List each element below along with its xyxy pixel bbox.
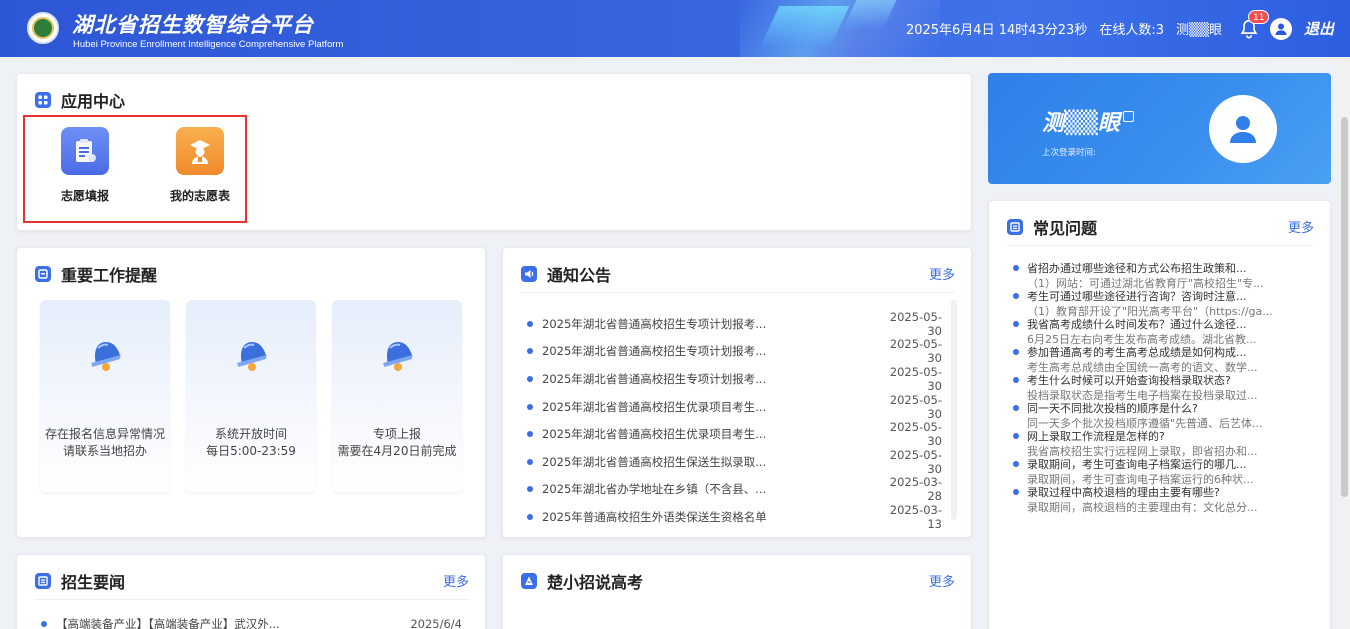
page-scrollbar[interactable] bbox=[1338, 57, 1350, 629]
divider bbox=[521, 292, 955, 293]
notice-item[interactable]: 2025年湖北省普通高校招生优录项目考生... 2025-05-30 bbox=[527, 393, 942, 421]
reminder-item[interactable]: 系统开放时间 每日5:00-23:59 bbox=[186, 300, 316, 492]
reminder-item[interactable]: 存在报名信息异常情况 请联系当地招办 bbox=[40, 300, 170, 492]
reminder-line2: 需要在4月20日前完成 bbox=[337, 444, 457, 458]
person-icon bbox=[521, 573, 537, 589]
current-datetime: 2025年6月4日 14时43分23秒 bbox=[905, 23, 1088, 38]
platform-title: 湖北省招生数智综合平台 bbox=[72, 13, 314, 37]
reminder-line1: 系统开放时间 bbox=[214, 427, 287, 441]
profile-name: 测▒▒眼 bbox=[1042, 111, 1120, 136]
faq-item[interactable]: 录取期间，考生可查询电子档案运行的哪几... 录取期间，考生可查询电子档案运行的6… bbox=[1013, 457, 1283, 485]
apps-highlight-box: 志愿填报 我的志愿表 bbox=[23, 115, 247, 223]
bell-icon bbox=[383, 341, 413, 371]
reminders-title: 重要工作提醒 bbox=[35, 262, 157, 286]
logout-button[interactable]: 退出 bbox=[1304, 18, 1334, 39]
faq-item[interactable]: 我省高考成绩什么时间发布？通过什么途径... 6月25日左右向考生发布高考成绩。湖… bbox=[1013, 317, 1283, 345]
notices-more-link[interactable]: 更多 bbox=[929, 264, 955, 283]
app-my-volunteer-table[interactable]: 我的志愿表 bbox=[152, 127, 248, 204]
profile-avatar-icon[interactable] bbox=[1209, 95, 1277, 163]
header-username[interactable]: 测▒▒眼 bbox=[1176, 19, 1222, 38]
last-login-label: 上次登录时间: bbox=[1042, 148, 1096, 158]
notices-card: 通知公告 更多 2025年湖北省普通高校招生专项计划报考... 2025-05-3… bbox=[502, 247, 972, 538]
reminder-line1: 存在报名信息异常情况 bbox=[44, 427, 165, 441]
notice-scrollbar[interactable] bbox=[951, 300, 957, 520]
app-volunteer-fill[interactable]: 志愿填报 bbox=[37, 127, 133, 204]
faq-item[interactable]: 省招办通过哪些途径和方式公布招生政策和... （1）网站：可通过湖北省教育厅"高校… bbox=[1013, 261, 1283, 289]
notice-item[interactable]: 2025年湖北省办学地址在乡镇（不含县、... 2025-03-28 bbox=[527, 475, 942, 503]
faq-item[interactable]: 考生什么时候可以开始查询投档录取状态? 投档录取状态是指考生电子档案在投档录取过.… bbox=[1013, 373, 1283, 401]
faq-item[interactable]: 参加普通高考的考生高考总成绩是如何构成... 考生高考总成绩由全国统一高考的语文、… bbox=[1013, 345, 1283, 373]
platform-logo-icon[interactable] bbox=[27, 12, 59, 44]
notice-list: 2025年湖北省普通高校招生专项计划报考... 2025-05-30 2025年湖… bbox=[527, 310, 942, 531]
divider bbox=[35, 599, 469, 600]
app-center-card: 应用中心 志愿填报 我的志愿表 bbox=[16, 73, 972, 231]
notice-item[interactable]: 2025年湖北省普通高校招生专项计划报考... 2025-05-30 bbox=[527, 337, 942, 365]
page-scrollbar-thumb[interactable] bbox=[1341, 117, 1348, 497]
reminder-icon bbox=[35, 266, 51, 282]
faq-title: 常见问题 bbox=[1007, 215, 1097, 239]
faq-item[interactable]: 录取过程中高校退档的理由主要有哪些? 录取期间，高校退档的主要理由有：文化总分..… bbox=[1013, 485, 1283, 513]
bell-icon bbox=[237, 341, 267, 371]
edit-icon[interactable] bbox=[1123, 111, 1134, 122]
notification-bell-icon[interactable]: 11 bbox=[1238, 9, 1270, 40]
notification-count-badge: 11 bbox=[1247, 9, 1270, 24]
user-avatar-icon[interactable] bbox=[1269, 17, 1292, 40]
bell-icon bbox=[91, 341, 121, 371]
top-header: 湖北省招生数智综合平台 Hubei Province Enrollment In… bbox=[0, 0, 1350, 57]
faq-item[interactable]: 考生可通过哪些途径进行咨询？咨询时注意... （1）教育部开设了"阳光高考平台"（… bbox=[1013, 289, 1283, 317]
news-more-link[interactable]: 更多 bbox=[443, 571, 469, 590]
news-list: 【高端装备产业】【高端装备产业】武汉外... 2025/6/4 bbox=[41, 612, 462, 629]
clipboard-icon bbox=[61, 127, 109, 175]
header-right: 2025年6月4日 14时43分23秒 在线人数:3 测▒▒眼 11 退出 bbox=[894, 0, 1334, 57]
platform-subtitle: Hubei Province Enrollment Intelligence C… bbox=[73, 39, 344, 50]
notice-item[interactable]: 2025年湖北省普通高校招生专项计划报考... 2025-05-30 bbox=[527, 365, 942, 393]
news-title: 招生要闻 bbox=[35, 569, 125, 593]
speaker-icon bbox=[521, 266, 537, 282]
faq-item[interactable]: 同一天不同批次投档的顺序是什么? 同一天多个批次投档顺序遵循"先普通、后艺体... bbox=[1013, 401, 1283, 429]
faq-list: 省招办通过哪些途径和方式公布招生政策和... （1）网站：可通过湖北省教育厅"高校… bbox=[1013, 261, 1283, 513]
notice-item[interactable]: 2025年湖北省普通高校招生优录项目考生... 2025-05-30 bbox=[527, 420, 942, 448]
notice-item[interactable]: 2025年普通高校招生外语类保送生资格名单 2025-03-13 bbox=[527, 503, 942, 531]
news-card: 招生要闻 更多 【高端装备产业】【高端装备产业】武汉外... 2025/6/4 bbox=[16, 554, 486, 629]
news-item[interactable]: 【高端装备产业】【高端装备产业】武汉外... 2025/6/4 bbox=[41, 612, 462, 629]
app-center-title: 应用中心 bbox=[35, 88, 125, 112]
divider bbox=[1007, 245, 1314, 246]
graduate-icon bbox=[176, 127, 224, 175]
notices-title: 通知公告 bbox=[521, 262, 611, 286]
online-count: 在线人数:3 bbox=[1099, 23, 1164, 38]
faq-card: 常见问题 更多 省招办通过哪些途径和方式公布招生政策和... （1）网站：可通过湖… bbox=[988, 200, 1331, 629]
news-icon bbox=[35, 573, 51, 589]
reminder-line2: 每日5:00-23:59 bbox=[206, 444, 296, 458]
chuxiaozhao-card: 楚小招说高考 更多 bbox=[502, 554, 972, 629]
chuxiaozhao-more-link[interactable]: 更多 bbox=[929, 571, 955, 590]
profile-card: 测▒▒眼 上次登录时间: bbox=[988, 73, 1331, 184]
reminders-card: 重要工作提醒 存在报名信息异常情况 请联系当地招办 系统开放时间 每日5:00-… bbox=[16, 247, 486, 538]
notice-item[interactable]: 2025年湖北省普通高校招生专项计划报考... 2025-05-30 bbox=[527, 310, 942, 338]
reminder-line1: 专项上报 bbox=[372, 427, 421, 441]
faq-more-link[interactable]: 更多 bbox=[1288, 217, 1314, 236]
faq-item[interactable]: 网上录取工作流程是怎样的? 我省高校招生实行远程网上录取，即省招办和... bbox=[1013, 429, 1283, 457]
grid-icon bbox=[35, 92, 51, 108]
notice-item[interactable]: 2025年湖北省普通高校招生保送生拟录取... 2025-05-30 bbox=[527, 448, 942, 476]
reminder-item[interactable]: 专项上报 需要在4月20日前完成 bbox=[332, 300, 462, 492]
faq-icon bbox=[1007, 219, 1023, 235]
reminder-line2: 请联系当地招办 bbox=[62, 444, 147, 458]
chuxiaozhao-title: 楚小招说高考 bbox=[521, 569, 643, 593]
